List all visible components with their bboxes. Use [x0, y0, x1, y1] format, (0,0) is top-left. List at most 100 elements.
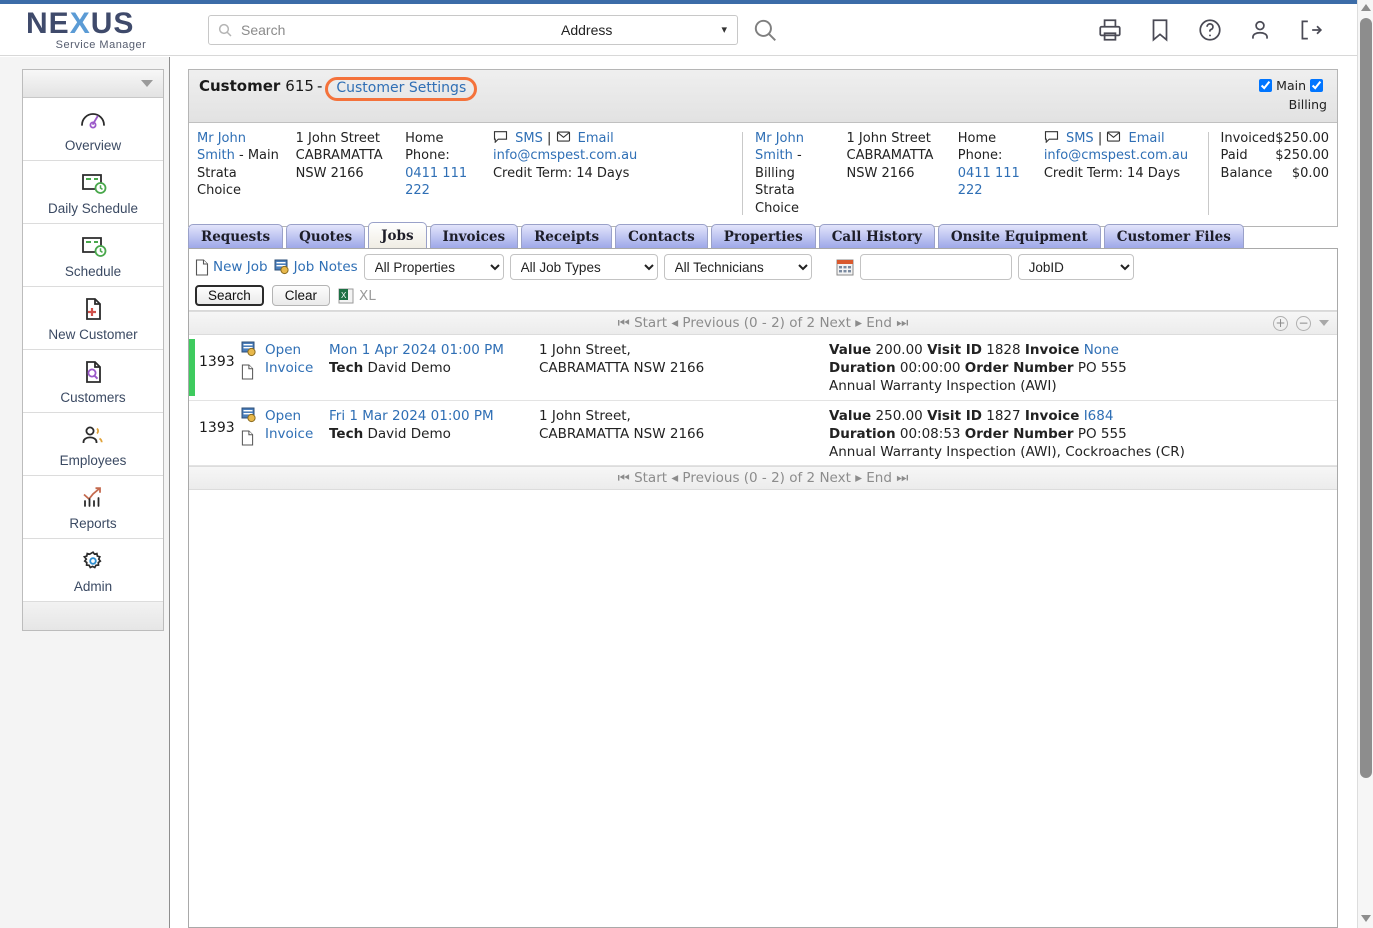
search-input[interactable]: [239, 20, 561, 39]
tab-customer-files[interactable]: Customer Files: [1103, 224, 1244, 249]
scroll-up-arrow-icon[interactable]: [1361, 4, 1371, 11]
open-job-link[interactable]: Open: [265, 341, 321, 359]
tab-jobs[interactable]: Jobs: [368, 222, 427, 249]
pager-end-link[interactable]: End: [866, 470, 892, 486]
expand-all-icon[interactable]: +: [1273, 315, 1288, 331]
pager-previous-link[interactable]: Previous: [682, 315, 739, 331]
pager-prev-arrow[interactable]: ◂: [671, 315, 678, 331]
open-invoice-link[interactable]: Invoice: [265, 359, 321, 377]
email-icon: [1107, 130, 1121, 142]
logo-subtitle: Service Manager: [55, 38, 147, 51]
sidebar-item-new-customer[interactable]: New Customer: [23, 287, 163, 350]
pager-next-arrow[interactable]: ▸: [855, 470, 862, 486]
page-icon: [195, 258, 209, 276]
new-job-button[interactable]: New Job: [195, 258, 268, 276]
sidebar-item-customers[interactable]: Customers: [23, 350, 163, 413]
sidebar-item-admin[interactable]: Admin: [23, 539, 163, 602]
billing-contact-email-address[interactable]: info@cmspest.com.au: [1044, 148, 1188, 163]
tab-requests[interactable]: Requests: [188, 224, 284, 249]
tab-invoices[interactable]: Invoices: [429, 224, 519, 249]
notes-icon[interactable]: [241, 341, 257, 362]
pager-next-link[interactable]: Next: [819, 315, 850, 331]
main-checkbox[interactable]: [1259, 79, 1273, 92]
sort-field-select[interactable]: JobID: [1017, 254, 1134, 280]
pager-end-link[interactable]: End: [866, 315, 892, 331]
tab-call-history[interactable]: Call History: [818, 224, 935, 249]
job-date-link[interactable]: Mon 1 Apr 2024 01:00 PM: [329, 342, 504, 358]
job-tech-row: Tech David Demo: [329, 425, 531, 443]
main-content: Customer 615 - Customer Settings Main Bi…: [171, 57, 1357, 928]
main-contact-email-address[interactable]: info@cmspest.com.au: [493, 148, 637, 163]
billing-checkbox[interactable]: [1310, 79, 1323, 92]
scroll-down-arrow-icon[interactable]: [1361, 915, 1371, 922]
pager-end-icon[interactable]: ⏭: [896, 315, 908, 331]
excel-export-button[interactable]: X XL: [338, 288, 376, 304]
search-submit-icon[interactable]: [752, 17, 778, 43]
duration-label: Duration: [829, 360, 896, 377]
pager-start-icon[interactable]: ⏮: [618, 470, 630, 486]
help-icon[interactable]: [1197, 17, 1223, 43]
sidebar-item-overview[interactable]: Overview: [23, 98, 163, 161]
job-notes-button[interactable]: Job Notes: [274, 259, 358, 275]
tab-quotes[interactable]: Quotes: [286, 224, 366, 249]
financial-row-invoiced: Invoiced $250.00: [1221, 130, 1330, 148]
page-icon[interactable]: [241, 430, 257, 451]
properties-filter-select[interactable]: All Properties: [363, 254, 504, 280]
logout-icon[interactable]: [1297, 17, 1323, 43]
tab-onsite-equipment[interactable]: Onsite Equipment: [937, 224, 1101, 249]
sidebar-item-schedule[interactable]: Schedule: [23, 224, 163, 287]
job-date-link[interactable]: Fri 1 Mar 2024 01:00 PM: [329, 408, 494, 424]
billing-sms-link[interactable]: SMS: [1066, 131, 1094, 146]
pager-next-link[interactable]: Next: [819, 470, 850, 486]
sidebar-item-daily-schedule[interactable]: Daily Schedule: [23, 161, 163, 224]
main-email-link[interactable]: Email: [578, 131, 614, 146]
bookmark-icon[interactable]: [1147, 17, 1173, 43]
pager-end-icon[interactable]: ⏭: [896, 470, 908, 486]
main-contact-phone[interactable]: 0411 111 222: [405, 166, 467, 199]
customer-settings-link[interactable]: Customer Settings: [325, 77, 478, 102]
search-bar: Address ▾: [208, 14, 738, 45]
calendar-icon[interactable]: [836, 258, 854, 276]
invoice-ref[interactable]: None: [1084, 342, 1119, 358]
svg-text:X: X: [341, 290, 347, 299]
pager-next-arrow[interactable]: ▸: [855, 315, 862, 331]
table-row[interactable]: 1393 Open Invoice: [189, 335, 1337, 401]
date-filter-input[interactable]: [859, 254, 1012, 280]
notes-icon[interactable]: [241, 407, 257, 428]
tab-contacts[interactable]: Contacts: [615, 224, 708, 249]
collapse-all-icon[interactable]: −: [1296, 315, 1311, 331]
billing-email-link[interactable]: Email: [1129, 131, 1165, 146]
app-logo[interactable]: NEXUS Service Manager: [26, 8, 176, 51]
pager-prev-arrow[interactable]: ◂: [671, 470, 678, 486]
print-icon[interactable]: [1097, 17, 1123, 43]
job-types-filter-select[interactable]: All Job Types: [509, 254, 658, 280]
tab-properties[interactable]: Properties: [710, 224, 816, 249]
sidebar-item-reports[interactable]: Reports: [23, 476, 163, 539]
scrollbar-thumb[interactable]: [1360, 18, 1372, 778]
main-checkbox-label[interactable]: Main: [1255, 78, 1306, 93]
table-row[interactable]: 1393 Open Invoice: [189, 401, 1337, 467]
tab-receipts[interactable]: Receipts: [521, 224, 613, 249]
sidebar-item-employees[interactable]: Employees: [23, 413, 163, 476]
main-sms-link[interactable]: SMS: [515, 131, 543, 146]
pager-start-link[interactable]: Start: [634, 470, 667, 486]
sidebar-collapse-bar[interactable]: [23, 70, 163, 98]
pager-start-icon[interactable]: ⏮: [618, 315, 630, 331]
page-icon[interactable]: [241, 364, 257, 385]
invoice-ref[interactable]: I684: [1084, 408, 1114, 424]
user-icon[interactable]: [1247, 17, 1273, 43]
chevron-down-icon[interactable]: [1319, 320, 1329, 326]
pager-previous-link[interactable]: Previous: [682, 470, 739, 486]
page-search-icon: [80, 357, 106, 387]
search-scope-select[interactable]: Address: [561, 21, 731, 38]
clear-button[interactable]: Clear: [271, 285, 331, 306]
search-button[interactable]: Search: [195, 285, 264, 306]
pager-start-link[interactable]: Start: [634, 315, 667, 331]
open-job-link[interactable]: Open: [265, 407, 321, 425]
billing-contact-phone[interactable]: 0411 111 222: [958, 166, 1020, 199]
financial-label: Paid: [1220, 148, 1248, 164]
technicians-filter-select[interactable]: All Technicians: [663, 254, 812, 280]
duration-value: 00:00:00: [899, 360, 961, 377]
vertical-scrollbar[interactable]: [1357, 0, 1373, 928]
open-invoice-link[interactable]: Invoice: [265, 425, 321, 443]
